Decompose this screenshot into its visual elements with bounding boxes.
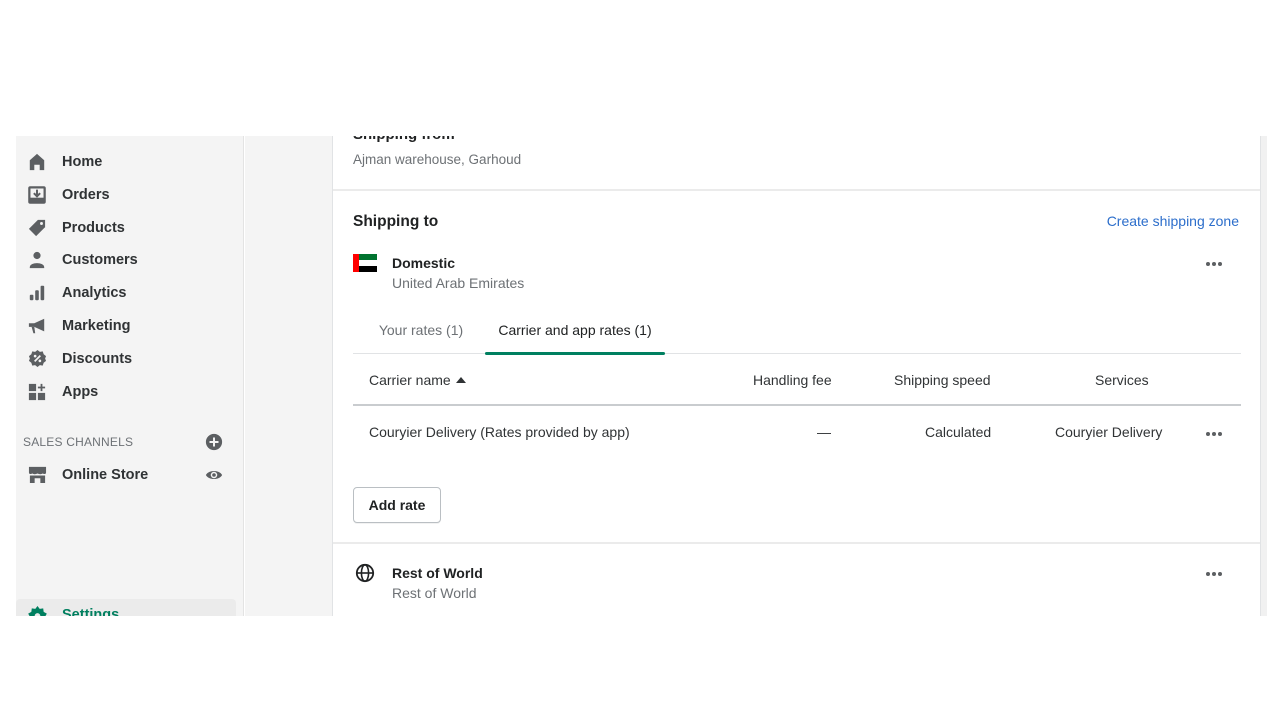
column-header-handling-fee: Handling fee: [753, 372, 832, 388]
sidebar-item-label: Online Store: [62, 466, 149, 483]
tab-your-rates[interactable]: Your rates (1): [365, 306, 477, 354]
rates-tabs: Your rates (1) Carrier and app rates (1): [353, 306, 1241, 355]
scrollbar-track[interactable]: [1261, 136, 1267, 616]
sidebar: Home Orders Products Customers Analytics: [16, 136, 244, 616]
sidebar-item-label: Settings: [62, 607, 120, 616]
zone-name: Domestic: [392, 255, 456, 271]
carrier-name-cell: Couryier Delivery (Rates provided by app…: [369, 424, 630, 440]
home-icon: [27, 152, 47, 172]
sidebar-item-home[interactable]: Home: [16, 145, 236, 178]
globe-icon: [355, 563, 375, 583]
zone-countries: Rest of World: [392, 585, 477, 601]
sidebar-item-marketing[interactable]: Marketing: [16, 309, 236, 342]
table-row: Couryier Delivery (Rates provided by app…: [353, 408, 1241, 458]
column-header-services: Services: [1095, 372, 1149, 388]
tag-icon: [27, 218, 47, 238]
sidebar-item-label: Marketing: [62, 317, 131, 334]
sidebar-item-orders[interactable]: Orders: [16, 178, 236, 211]
sidebar-item-online-store[interactable]: Online Store: [16, 458, 236, 491]
rate-more-actions-button[interactable]: [1202, 426, 1226, 442]
shipping-speed-cell: Calculated: [925, 424, 992, 440]
zone-name: Rest of World: [392, 565, 483, 581]
section-divider: [333, 542, 1260, 544]
handling-fee-cell: —: [817, 424, 831, 440]
uae-flag-icon: [353, 254, 377, 272]
sidebar-item-label: Analytics: [62, 284, 127, 301]
add-rate-button[interactable]: Add rate: [353, 487, 441, 523]
shipping-from-title: Shipping from: [353, 136, 455, 143]
layout-gutter: [245, 136, 332, 616]
sidebar-item-label: Orders: [62, 186, 110, 203]
add-sales-channel-icon[interactable]: [205, 433, 223, 451]
sales-channels-header: SALES CHANNELS: [23, 435, 134, 449]
gear-icon: [27, 605, 47, 616]
eye-icon[interactable]: [205, 466, 223, 484]
zone-countries: United Arab Emirates: [392, 275, 525, 291]
rates-table-header: Carrier name Handling fee Shipping speed…: [353, 354, 1241, 406]
shipping-origin: Ajman warehouse, Garhoud: [353, 152, 522, 167]
section-divider: [333, 189, 1260, 191]
discount-icon: [27, 349, 47, 369]
sidebar-item-products[interactable]: Products: [16, 211, 236, 244]
sidebar-item-label: Products: [62, 219, 125, 236]
apps-icon: [27, 382, 47, 402]
sidebar-item-discounts[interactable]: Discounts: [16, 342, 236, 375]
megaphone-icon: [27, 316, 47, 336]
column-header-shipping-speed: Shipping speed: [894, 372, 991, 388]
create-shipping-zone-link[interactable]: Create shipping zone: [1107, 213, 1239, 229]
column-header-carrier[interactable]: Carrier name: [369, 372, 466, 388]
sort-ascending-icon[interactable]: [455, 377, 466, 383]
sidebar-item-label: Discounts: [62, 350, 133, 367]
sidebar-item-label: Home: [62, 153, 103, 170]
sidebar-item-apps[interactable]: Apps: [16, 375, 236, 408]
store-icon: [27, 465, 47, 485]
zone-more-actions-button[interactable]: [1202, 256, 1226, 272]
sidebar-item-label: Apps: [62, 383, 99, 400]
tab-carrier-app-rates[interactable]: Carrier and app rates (1): [485, 306, 665, 355]
sidebar-item-analytics[interactable]: Analytics: [16, 276, 236, 309]
shipping-to-title: Shipping to: [353, 213, 439, 230]
zone-more-actions-button[interactable]: [1202, 566, 1226, 582]
person-icon: [27, 250, 47, 270]
sidebar-item-customers[interactable]: Customers: [16, 243, 236, 276]
orders-icon: [27, 185, 47, 205]
shipping-profile-card: Shipping from Ajman warehouse, Garhoud S…: [332, 136, 1261, 616]
sidebar-item-label: Customers: [62, 251, 138, 268]
services-cell: Couryier Delivery: [1055, 424, 1163, 440]
bar-chart-icon: [27, 283, 47, 303]
sidebar-item-settings[interactable]: Settings: [16, 599, 236, 616]
app-viewport: Home Orders Products Customers Analytics: [0, 136, 1280, 616]
